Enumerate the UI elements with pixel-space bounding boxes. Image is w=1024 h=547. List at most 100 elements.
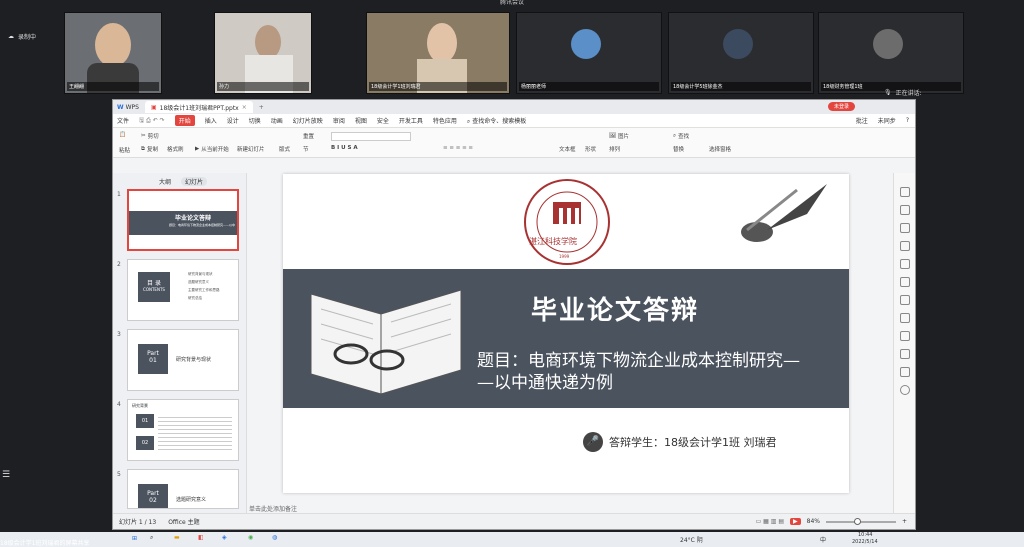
audio-icon[interactable]: [900, 331, 910, 341]
close-tab-icon[interactable]: ×: [242, 104, 247, 111]
animation-icon[interactable]: [900, 241, 910, 251]
menu-item-insert[interactable]: 插入: [205, 116, 217, 125]
weather-widget[interactable]: 24°C 阴: [680, 535, 703, 544]
help-icon[interactable]: ?: [906, 117, 915, 124]
start-icon[interactable]: ⊞: [132, 535, 137, 542]
speaking-indicator: 🎙 正在讲话:: [884, 88, 922, 97]
format-painter-button[interactable]: 格式刷: [167, 145, 184, 153]
recording-indicator[interactable]: ☁ 录制中: [8, 32, 36, 41]
quick-access-icons[interactable]: 🖫 ⎙ ↶ ↷: [139, 116, 165, 126]
menu-item-review[interactable]: 审阅: [333, 116, 345, 125]
menu-item-transition[interactable]: 切换: [249, 116, 261, 125]
search-icon[interactable]: ⌕: [150, 534, 153, 542]
copy-style-icon[interactable]: [900, 205, 910, 215]
menu-item-home[interactable]: 开始: [174, 115, 195, 126]
meeting-app-icon[interactable]: ◈: [222, 534, 227, 541]
menu-icon[interactable]: ☰: [2, 470, 10, 480]
wps-window: W WPS ▣ 18级会计1班刘瑞君PPT.pptx × + 未登录 文件 🖫 …: [112, 99, 916, 530]
participant-tile[interactable]: 王翩翩: [64, 12, 162, 94]
arrange-button[interactable]: 排列: [609, 145, 620, 153]
toc-list: 研究背景与现状 选题研究意义 主要研究工作和思路 研究总结: [188, 272, 220, 300]
tab-document[interactable]: ▣ 18级会计1班刘瑞君PPT.pptx ×: [144, 101, 253, 113]
founding-year: 1999: [559, 254, 570, 259]
shape-tool-icon[interactable]: [900, 187, 910, 197]
meeting-title: 腾讯会议: [499, 0, 524, 6]
textbox-button[interactable]: 文本框: [559, 145, 576, 153]
video-person: [95, 23, 131, 67]
menu-item-slideshow[interactable]: 幻灯片放映: [293, 116, 323, 125]
layout-button[interactable]: 版式: [279, 145, 290, 153]
shape-button[interactable]: 形状: [585, 145, 596, 153]
find-button[interactable]: ⌕ 查找: [673, 132, 689, 141]
zoom-handle[interactable]: [853, 517, 861, 525]
participant-name: 王翩翩: [67, 82, 159, 91]
help-icon[interactable]: [900, 385, 910, 395]
zoom-level[interactable]: 84%: [807, 518, 820, 525]
section-button[interactable]: 节: [303, 145, 309, 153]
clock-time[interactable]: 10:44: [858, 532, 872, 538]
font-style-buttons[interactable]: B I U S A: [331, 145, 358, 151]
slide-thumbnail[interactable]: Part 01 研究背景与现状: [127, 329, 239, 391]
picture-button[interactable]: 🖼 图片: [609, 132, 629, 140]
menu-item-developer[interactable]: 开发工具: [399, 116, 423, 125]
menu-item-animation[interactable]: 动画: [271, 116, 283, 125]
slide-canvas[interactable]: 湛江科技学院 1999 毕业论文答辩 题目：电商环境下物流企业成本控制研究— —…: [283, 174, 849, 493]
play-icon: ▶: [195, 146, 200, 152]
replace-button[interactable]: 替换: [673, 145, 684, 153]
tab-bar: W WPS ▣ 18级会计1班刘瑞君PPT.pptx × + 未登录: [113, 100, 915, 114]
new-tab-button[interactable]: +: [259, 104, 264, 111]
ime-indicator[interactable]: 中: [820, 535, 826, 544]
participant-tile[interactable]: 18级会计学1班刘瑞君: [366, 12, 510, 94]
login-button[interactable]: 未登录: [827, 102, 855, 111]
participant-tile[interactable]: 18级会计学5班徐金杰: [668, 12, 814, 94]
zoom-slider[interactable]: [825, 517, 896, 525]
office-icon[interactable]: ◧: [198, 534, 204, 541]
participant-tile[interactable]: 孙力: [214, 12, 312, 94]
fill-icon[interactable]: [900, 223, 910, 233]
play-from-current-button[interactable]: ▶ 从当前开始: [195, 145, 229, 153]
tab-slides[interactable]: 幻灯片: [181, 177, 208, 186]
settings-icon[interactable]: [900, 259, 910, 269]
slide-thumbnail[interactable]: 研究背景 01 02: [127, 399, 239, 461]
clock-date[interactable]: 2022/5/14: [852, 539, 878, 545]
copy-button[interactable]: ⧉ 复制: [141, 145, 158, 154]
template-icon[interactable]: [900, 277, 910, 287]
slideshow-play-button[interactable]: ▶: [790, 518, 801, 525]
paste-button[interactable]: 粘贴: [119, 146, 130, 154]
menu-item-view[interactable]: 视图: [355, 116, 367, 125]
search-command[interactable]: ⌕ 查找命令、搜索模板: [467, 116, 526, 126]
menu-bar: 文件 🖫 ⎙ ↶ ↷ 开始 插入 设计 切换 动画 幻灯片放映 审阅 视图 安全…: [113, 114, 915, 128]
mic-icon: 🎙: [884, 89, 892, 96]
menu-item-security[interactable]: 安全: [377, 116, 389, 125]
new-slide-button[interactable]: 新建幻灯片: [237, 145, 265, 153]
tab-wps-home[interactable]: W WPS: [117, 104, 139, 111]
notes-field[interactable]: 单击此处添加备注: [249, 504, 297, 513]
view-mode-icons[interactable]: ▭ ▦ ▥ ▤: [756, 518, 784, 525]
slide-thumbnail[interactable]: Part 02 选题研究意义: [127, 469, 239, 509]
zoom-in-icon[interactable]: +: [902, 518, 907, 525]
paragraph-buttons[interactable]: ≡ ≡ ≡ ≡ ≡: [443, 145, 473, 151]
history-icon[interactable]: [900, 367, 910, 377]
chrome-icon[interactable]: ◉: [248, 534, 253, 541]
wps-app-icon[interactable]: ◍: [272, 534, 277, 541]
layout-icon[interactable]: [900, 295, 910, 305]
image-icon[interactable]: [900, 313, 910, 323]
comment-button[interactable]: 批注: [856, 116, 868, 125]
menu-item-features[interactable]: 特色应用: [433, 116, 457, 125]
participant-name: 孙力: [217, 82, 309, 91]
tab-outline[interactable]: 大纲: [159, 177, 171, 186]
cut-button[interactable]: ✂ 剪切: [141, 132, 159, 140]
status-bar: 幻灯片 1 / 13 Office 主题 ▭ ▦ ▥ ▤ ▶ 84% +: [113, 513, 915, 529]
slide-thumbnail[interactable]: 毕业论文答辩 题目：电商环境下物流企业成本控制研究——以中通快递为例: [127, 189, 239, 251]
menu-item-design[interactable]: 设计: [227, 116, 239, 125]
participant-tile[interactable]: 18级财务管理1班: [818, 12, 964, 94]
font-select[interactable]: [331, 132, 411, 141]
location-icon[interactable]: [900, 349, 910, 359]
participant-tile[interactable]: 杨丽丽老师: [516, 12, 662, 94]
sync-status[interactable]: 未同步: [878, 116, 896, 125]
menu-item-file[interactable]: 文件: [117, 116, 129, 125]
slide-thumbnail[interactable]: 目 录 CONTENTS 研究背景与现状 选题研究意义 主要研究工作和思路 研究…: [127, 259, 239, 321]
file-explorer-icon[interactable]: ▬: [174, 534, 180, 541]
reset-button[interactable]: 重置: [303, 132, 314, 140]
selection-pane-button[interactable]: 选择窗格: [709, 145, 731, 153]
